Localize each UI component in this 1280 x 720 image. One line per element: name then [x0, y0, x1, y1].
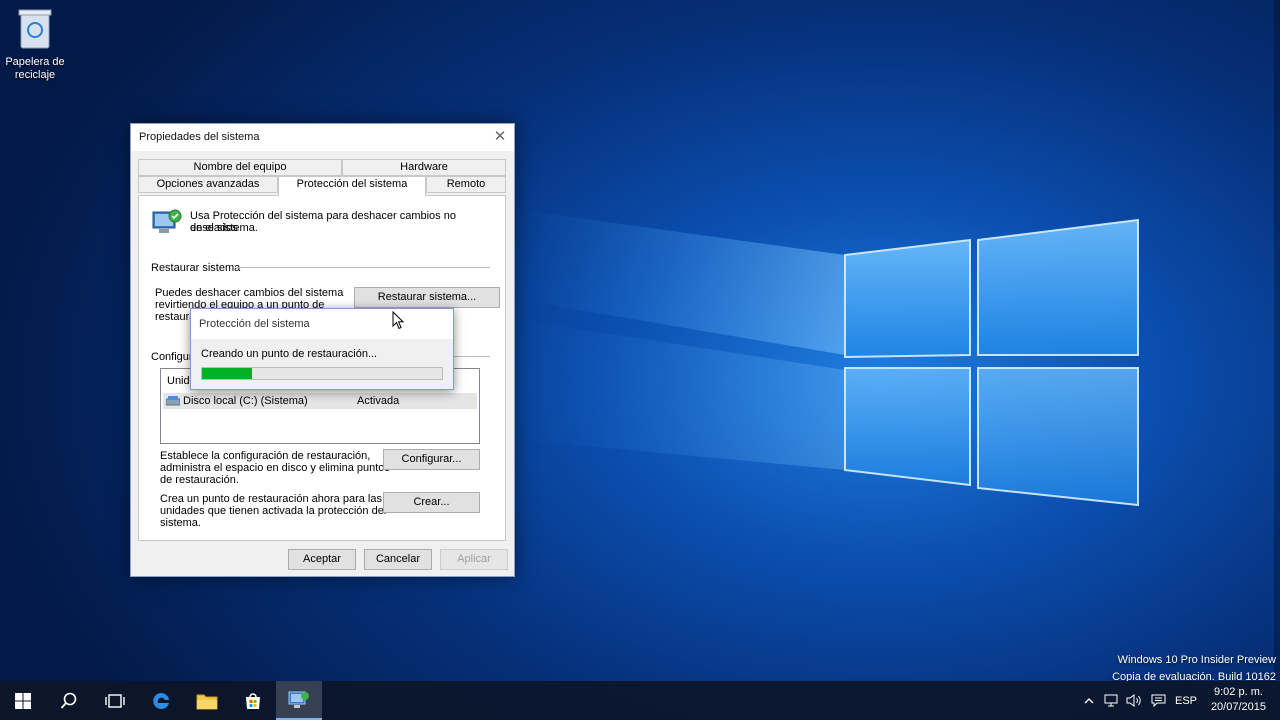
system-protection-progress-dialog: Protección del sistema Creando un punto … — [190, 308, 454, 390]
clock-date: 20/07/2015 — [1210, 701, 1266, 713]
file-explorer-icon — [196, 694, 218, 709]
recycle-bin-label-2: reciclaje — [14, 69, 56, 81]
intro-text-2: en el sistema. — [190, 222, 258, 234]
progress-titlebar[interactable]: Protección del sistema — [191, 309, 453, 339]
store-button[interactable] — [230, 681, 276, 720]
configure-text-2: administra el espacio en disco y elimina… — [160, 462, 390, 474]
watermark-line-1: Windows 10 Pro Insider Preview — [1117, 654, 1276, 666]
action-center-icon — [1151, 694, 1165, 707]
start-button[interactable] — [0, 681, 46, 720]
volume-icon — [1126, 694, 1141, 707]
tab-opciones-avanzadas[interactable]: Opciones avanzadas — [138, 176, 278, 193]
system-properties-taskbar-button[interactable] — [276, 681, 322, 720]
chevron-up-icon — [1084, 697, 1094, 703]
close-icon[interactable]: ✕ — [490, 127, 510, 147]
restore-text-1: Puedes deshacer cambios del sistema — [155, 287, 344, 299]
file-explorer-button[interactable] — [184, 681, 230, 720]
tab-nombre-equipo[interactable]: Nombre del equipo — [138, 159, 342, 176]
configure-text-1: Establece la configuración de restauraci… — [160, 450, 371, 462]
configure-button[interactable]: Configurar... — [383, 449, 480, 470]
create-button[interactable]: Crear... — [383, 492, 480, 513]
tab-remoto[interactable]: Remoto — [426, 176, 506, 193]
drive-status: Activada — [357, 395, 400, 407]
configure-text-3: de restauración. — [160, 474, 239, 486]
progress-bar-fill — [202, 368, 253, 379]
drive-icon — [166, 396, 180, 406]
task-view-button[interactable] — [92, 681, 138, 720]
restore-group-label: Restaurar sistema — [151, 262, 241, 274]
recycle-bin-label: Papelera de — [5, 56, 65, 68]
search-button[interactable] — [46, 681, 92, 720]
dialog-title: Propiedades del sistema — [139, 131, 260, 143]
desktop-edge-bar — [1274, 0, 1280, 680]
tab-proteccion-sistema[interactable]: Protección del sistema — [278, 176, 426, 196]
create-text-1: Crea un punto de restauración ahora para… — [160, 493, 382, 505]
recycle-bin-desktop-icon[interactable]: Papelera de reciclaje — [4, 6, 66, 82]
edge-icon — [153, 692, 169, 709]
windows-start-icon — [15, 692, 31, 709]
system-protection-icon — [152, 209, 182, 233]
dialog-titlebar[interactable]: Propiedades del sistema ✕ — [131, 124, 514, 151]
restore-system-button[interactable]: Restaurar sistema... — [354, 287, 500, 308]
network-tray[interactable] — [1102, 681, 1120, 720]
search-icon — [60, 692, 77, 709]
recycle-bin-icon — [18, 9, 52, 49]
show-hidden-icons[interactable] — [1080, 681, 1098, 720]
mouse-cursor-icon — [392, 311, 405, 330]
progress-title: Protección del sistema — [199, 318, 310, 330]
tab-hardware[interactable]: Hardware — [342, 159, 506, 176]
list-item[interactable]: Disco local (C:) (Sistema) Activada — [163, 393, 477, 409]
progress-message: Creando un punto de restauración... — [201, 348, 378, 360]
restore-group-line — [236, 267, 490, 268]
store-icon — [246, 692, 260, 709]
apply-button: Aplicar — [440, 549, 508, 570]
edge-button[interactable] — [138, 681, 184, 720]
taskbar-clock[interactable]: 9:02 p. m. 20/07/2015 — [1211, 685, 1266, 715]
cancel-button[interactable]: Cancelar — [364, 549, 432, 570]
task-view-icon — [105, 693, 125, 708]
clock-time: 9:02 p. m. — [1214, 686, 1263, 698]
create-text-2: unidades que tienen activada la protecci… — [160, 505, 387, 517]
ok-button[interactable]: Aceptar — [288, 549, 356, 570]
drive-name: Disco local (C:) (Sistema) — [183, 395, 308, 407]
system-properties-icon — [288, 691, 309, 708]
volume-tray[interactable] — [1124, 681, 1144, 720]
taskbar: ESP 9:02 p. m. 20/07/2015 — [0, 681, 1280, 720]
language-indicator[interactable]: ESP — [1172, 681, 1200, 720]
network-icon — [1104, 694, 1117, 707]
progress-bar — [201, 367, 443, 380]
action-center-tray[interactable] — [1148, 681, 1168, 720]
create-text-3: sistema. — [160, 517, 201, 529]
tab-strip: Nombre del equipo Hardware Opciones avan… — [138, 159, 506, 196]
